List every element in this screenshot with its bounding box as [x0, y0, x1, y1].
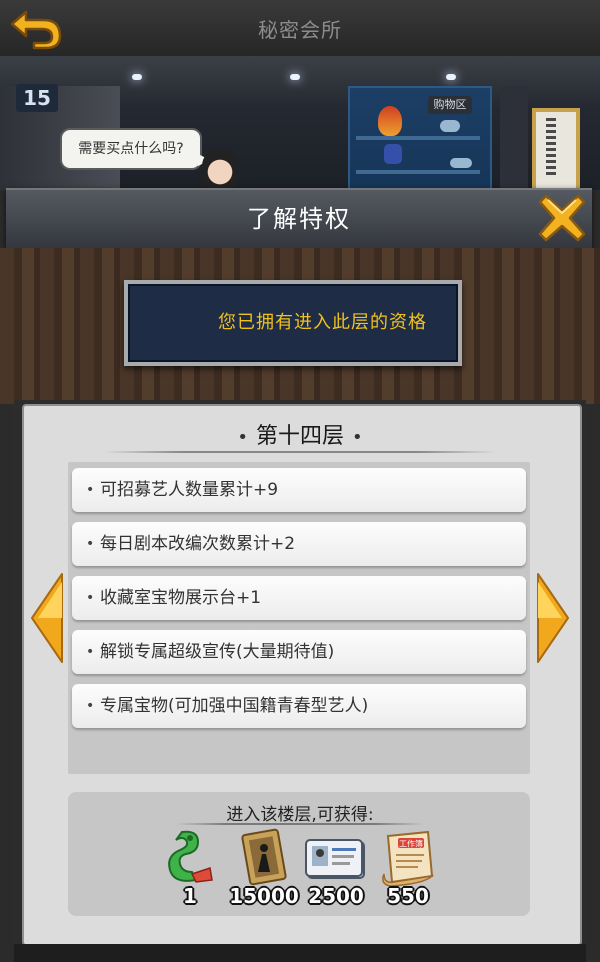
- npc-avatar[interactable]: [202, 148, 238, 188]
- jar-item: [384, 144, 402, 164]
- previous-floor-arrow-icon[interactable]: [28, 572, 66, 664]
- scroll-label: 工作簿: [399, 839, 423, 849]
- wall-pillar: [500, 86, 528, 190]
- shop-sign: 购物区: [428, 96, 472, 114]
- benefit-text: 专属宝物(可加强中国籍青春型艺人): [100, 696, 369, 716]
- benefit-text: 每日剧本改编次数累计+2: [100, 534, 296, 554]
- floor-name: 第十四层: [255, 424, 344, 449]
- bullet-icon: •: [86, 482, 95, 498]
- benefit-text: 收藏室宝物展示台+1: [100, 588, 262, 608]
- benefit-text: 解锁专属超级宣传(大量期待值): [100, 642, 335, 662]
- benefit-item: • 专属宝物(可加强中国籍青春型艺人): [72, 684, 526, 728]
- rewards-divider: [176, 823, 424, 825]
- ceiling-light: [132, 74, 142, 80]
- qualification-banner: 您已拥有进入此层的资格: [124, 280, 462, 366]
- film-poster-icon: [241, 828, 287, 886]
- bullet-icon: •: [86, 644, 95, 660]
- qualification-text: 您已拥有进入此层的资格: [218, 312, 427, 333]
- shop-item: [440, 120, 460, 132]
- privilege-header: 了解特权: [6, 188, 592, 250]
- benefit-item: • 可招募艺人数量累计+9: [72, 468, 526, 512]
- title-dot-right: •: [352, 427, 363, 448]
- ceiling-light: [290, 74, 300, 80]
- shelf: [356, 136, 480, 140]
- work-scroll-icon: 工作簿: [382, 830, 435, 887]
- reward-item[interactable]: 工作簿 550: [370, 828, 446, 914]
- shelf: [356, 170, 480, 174]
- rewards-heading: 进入该楼层,可获得:: [226, 805, 374, 825]
- benefit-text: 可招募艺人数量累计+9: [100, 480, 279, 500]
- reward-amount: 550: [387, 884, 429, 908]
- page-title: 秘密会所: [258, 18, 342, 42]
- painting-art: [546, 118, 556, 178]
- bullet-icon: •: [86, 698, 95, 714]
- floor-number: 15: [16, 84, 58, 112]
- title-divider: [104, 451, 496, 453]
- next-floor-arrow-icon[interactable]: [534, 572, 572, 664]
- close-icon[interactable]: [536, 192, 588, 244]
- id-card-icon: [305, 839, 365, 879]
- privilege-title: 了解特权: [247, 205, 351, 233]
- benefit-item: • 收藏室宝物展示台+1: [72, 576, 526, 620]
- panel-footer: [14, 944, 586, 962]
- ceiling-light: [446, 74, 456, 80]
- jade-dragon-icon: [168, 830, 213, 883]
- top-bar: 秘密会所: [0, 0, 600, 56]
- shop-item: [450, 158, 472, 168]
- bullet-icon: •: [86, 590, 95, 606]
- floor-title: • 第十四层 •: [0, 418, 600, 450]
- wall-painting: [532, 108, 580, 190]
- rooster-figurine: [378, 106, 402, 136]
- npc-speech-bubble: 需要买点什么吗?: [60, 128, 210, 170]
- benefit-item: • 解锁专属超级宣传(大量期待值): [72, 630, 526, 674]
- title-dot-left: •: [237, 427, 248, 448]
- benefit-item: • 每日剧本改编次数累计+2: [72, 522, 526, 566]
- bullet-icon: •: [86, 536, 95, 552]
